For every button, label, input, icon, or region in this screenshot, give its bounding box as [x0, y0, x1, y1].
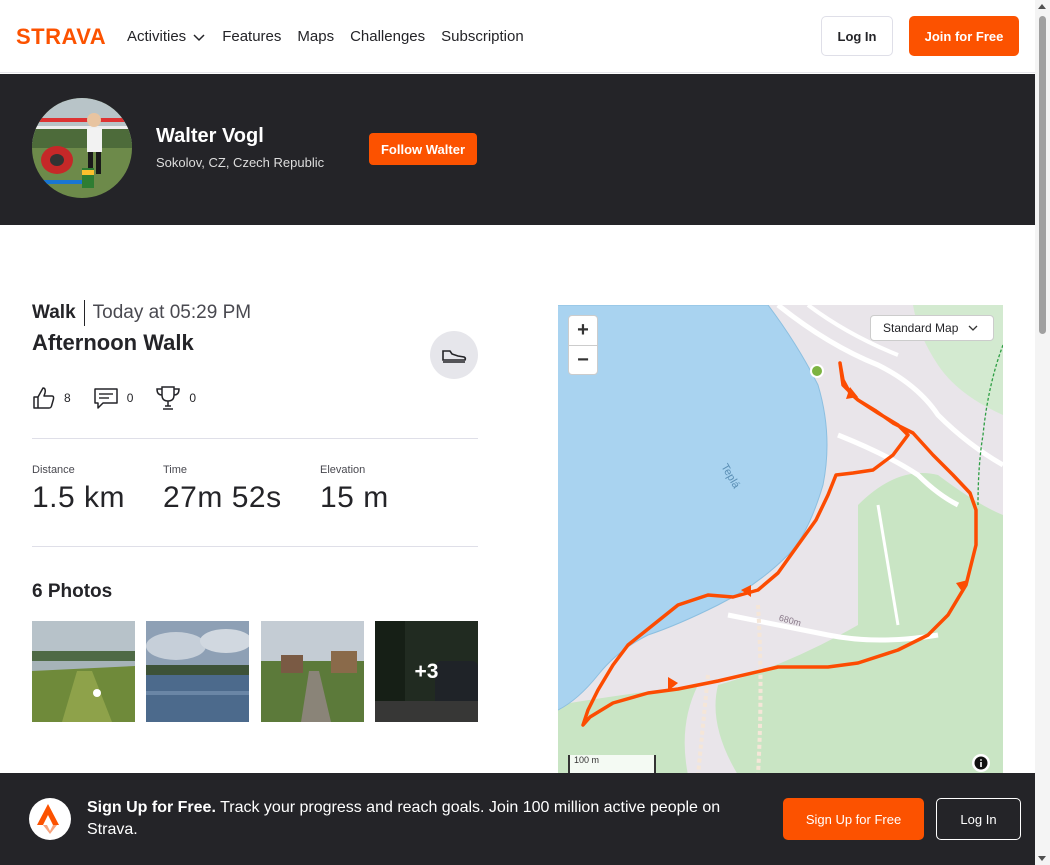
signup-button[interactable]: Sign Up for Free [783, 798, 924, 840]
stat-time-value: 27m 52s [163, 481, 282, 514]
trophy-icon [156, 386, 181, 410]
avatar-image [32, 98, 132, 198]
stat-elevation-value: 15 m [320, 481, 389, 514]
map-scale: 100 m [568, 755, 656, 775]
comments-count: 0 [126, 391, 134, 405]
scroll-up-arrow-icon[interactable] [1038, 4, 1046, 9]
achievements-count: 0 [189, 391, 197, 405]
stat-distance-value: 1.5 km [32, 481, 126, 514]
zoom-in-button[interactable]: + [569, 316, 597, 345]
chevron-down-icon [193, 33, 205, 41]
map-style-select[interactable]: Standard Map [870, 315, 994, 341]
start-marker [810, 364, 824, 378]
photo-image [146, 621, 249, 722]
info-icon [974, 756, 988, 770]
photos-title: 6 Photos [32, 581, 113, 602]
strava-logo[interactable]: STRAVA [16, 25, 112, 47]
stat-elevation-label: Elevation [320, 464, 366, 476]
divider [32, 546, 478, 547]
logo-text: STRAVA [16, 25, 106, 47]
activity-heading: Walk Today at 05:29 PM [32, 300, 251, 326]
photo-thumbnail-more[interactable]: +3 [375, 621, 478, 722]
achievements-button[interactable]: 0 [155, 385, 196, 411]
stat-elevation: Elevation 15 m [320, 464, 389, 515]
stat-distance-label: Distance [32, 464, 75, 476]
banner-message: Sign Up for Free. Track your progress an… [87, 797, 757, 841]
nav-subscription[interactable]: Subscription [441, 28, 524, 45]
stat-time: Time 27m 52s [163, 464, 282, 515]
nav-maps[interactable]: Maps [297, 28, 334, 45]
comments-button[interactable]: 0 [93, 386, 134, 410]
scrollbar[interactable] [1035, 0, 1050, 865]
athlete-name[interactable]: Walter Vogl [156, 125, 264, 148]
stat-time-label: Time [163, 464, 188, 476]
photo-image [261, 621, 364, 722]
photo-thumbnail[interactable] [146, 621, 249, 722]
chevron-down-icon [968, 325, 978, 331]
banner-login-button[interactable]: Log In [936, 798, 1021, 840]
athlete-location: Sokolov, CZ, Czech Republic [156, 155, 325, 170]
info-button[interactable] [972, 754, 990, 772]
stat-distance: Distance 1.5 km [32, 464, 125, 515]
scroll-down-arrow-icon[interactable] [1038, 856, 1046, 861]
signup-banner: Sign Up for Free. Track your progress an… [0, 773, 1035, 865]
strava-chevron-icon [37, 804, 59, 834]
top-navigation: STRAVA Activities Features Maps Challeng… [0, 0, 1035, 73]
nav-challenges[interactable]: Challenges [350, 28, 425, 45]
athlete-header: Walter Vogl Sokolov, CZ, Czech Republic … [0, 74, 1035, 225]
main-nav: Activities Features Maps Challenges Subs… [127, 0, 524, 73]
nav-activities[interactable]: Activities [127, 28, 206, 45]
gear-shoe-button[interactable] [430, 331, 478, 379]
photo-image [32, 621, 135, 722]
activity-time: Today at 05:29 PM [92, 302, 252, 323]
zoom-control: + − [568, 315, 598, 375]
follow-button[interactable]: Follow Walter [369, 133, 477, 165]
login-button[interactable]: Log In [821, 16, 893, 56]
map-canvas[interactable]: Teplá 680m [558, 305, 1003, 775]
activity-type: Walk [32, 300, 85, 326]
nav-activities-label: Activities [127, 28, 187, 45]
scrollbar-thumb[interactable] [1039, 16, 1046, 334]
route-map[interactable]: Teplá 680m + − Standard Map 100 m [558, 305, 1003, 775]
more-photos-count: +3 [375, 621, 478, 722]
social-stats: 8 0 0 [32, 385, 196, 411]
photo-thumbnail[interactable] [32, 621, 135, 722]
nav-features[interactable]: Features [222, 28, 281, 45]
join-button[interactable]: Join for Free [909, 16, 1019, 56]
kudos-button[interactable]: 8 [32, 386, 71, 410]
banner-headline: Sign Up for Free. [87, 799, 216, 816]
zoom-out-button[interactable]: − [569, 345, 597, 374]
photo-thumbnail[interactable] [261, 621, 364, 722]
divider [32, 438, 478, 439]
shoe-icon [442, 350, 467, 363]
strava-app-icon [29, 798, 71, 840]
map-style-label: Standard Map [883, 321, 959, 335]
thumbs-up-icon [33, 387, 55, 409]
activity-title: Afternoon Walk [32, 330, 194, 355]
comment-icon [93, 388, 118, 409]
avatar[interactable] [32, 98, 132, 198]
kudos-count: 8 [64, 391, 71, 405]
